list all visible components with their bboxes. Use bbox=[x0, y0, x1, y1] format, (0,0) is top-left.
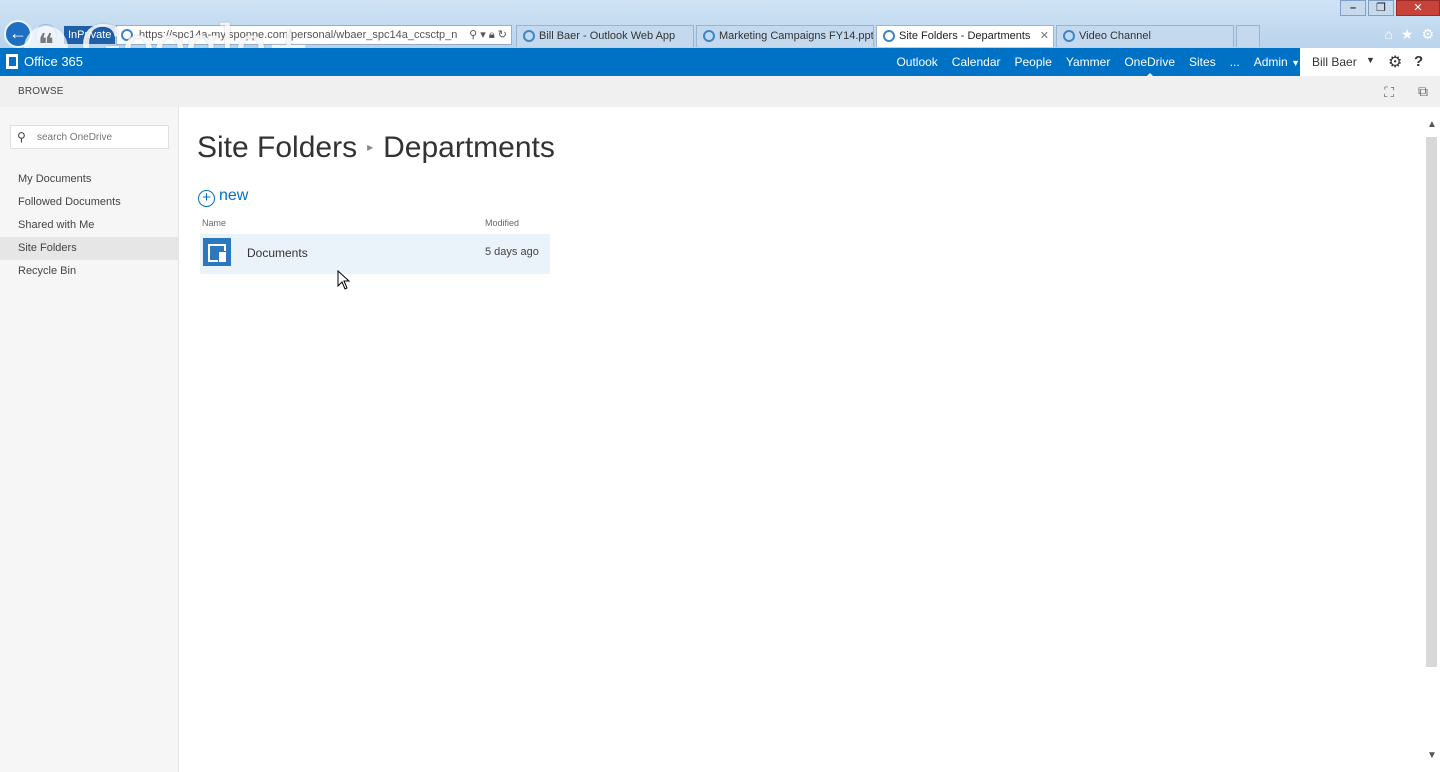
browser-chrome: ← InPrivate https://spc14a-my.spoppe.com… bbox=[0, 0, 1440, 77]
star-icon[interactable]: ★ bbox=[1401, 26, 1414, 43]
nav-onedrive[interactable]: OneDrive bbox=[1124, 55, 1175, 78]
left-navigation: ⚲ My Documents Followed Documents Shared… bbox=[0, 107, 179, 772]
new-tab-button[interactable] bbox=[1236, 25, 1260, 47]
nav-item-shared-with-me[interactable]: Shared with Me bbox=[0, 214, 179, 237]
vertical-scrollbar[interactable]: ▲ ▼ bbox=[1424, 117, 1440, 772]
search-icon[interactable]: ⚲ bbox=[17, 130, 26, 144]
inprivate-badge: InPrivate bbox=[64, 26, 116, 44]
row-name[interactable]: Documents bbox=[247, 246, 308, 260]
ie-icon bbox=[883, 30, 895, 42]
page-title: Site Folders ▸ Departments bbox=[197, 131, 555, 165]
nav-sites[interactable]: Sites bbox=[1189, 55, 1216, 69]
refresh-icon[interactable]: ↻ bbox=[498, 29, 507, 41]
nav-item-my-documents[interactable]: My Documents bbox=[0, 168, 179, 191]
suite-nav: Outlook Calendar People Yammer OneDrive … bbox=[882, 48, 1300, 78]
ribbon-strip: BROWSE ⛶ ⧉ bbox=[0, 76, 1440, 107]
breadcrumb-departments: Departments bbox=[383, 131, 555, 164]
ie-icon bbox=[523, 30, 535, 42]
office365-brand[interactable]: Office 365 bbox=[6, 53, 83, 71]
chevron-down-icon[interactable]: ▼ bbox=[1366, 55, 1375, 65]
nav-yammer[interactable]: Yammer bbox=[1066, 55, 1110, 69]
column-header-modified[interactable]: Modified bbox=[485, 218, 519, 228]
nav-item-site-folders[interactable]: Site Folders bbox=[0, 237, 179, 260]
search-box: ⚲ bbox=[10, 125, 169, 149]
column-header-name[interactable]: Name bbox=[202, 218, 226, 228]
address-tools: ⚲ ▾ 🔒︎ ↻ bbox=[465, 26, 507, 44]
folder-icon bbox=[203, 238, 231, 266]
close-icon[interactable]: ✕ bbox=[1040, 26, 1049, 47]
translate-icon[interactable]: ⧉ bbox=[1418, 83, 1428, 100]
settings-gear-icon[interactable]: ⚙ bbox=[1388, 52, 1402, 72]
table-row[interactable]: Documents 5 days ago bbox=[200, 234, 550, 274]
search-input[interactable] bbox=[37, 128, 165, 146]
new-button[interactable]: + new bbox=[198, 187, 248, 207]
nav-more[interactable]: ... bbox=[1230, 55, 1240, 69]
ie-icon bbox=[121, 29, 133, 44]
breadcrumb-site-folders[interactable]: Site Folders bbox=[197, 131, 357, 164]
window-controls: – ❐ ✕ bbox=[1338, 0, 1440, 16]
home-icon[interactable]: ⌂ bbox=[1384, 26, 1392, 43]
nav-admin[interactable]: Admin ▼ bbox=[1254, 55, 1300, 69]
scroll-down-icon[interactable]: ▼ bbox=[1424, 750, 1440, 764]
focus-icon[interactable]: ⛶ bbox=[1384, 84, 1394, 101]
nav-outlook[interactable]: Outlook bbox=[896, 55, 937, 69]
scroll-up-icon[interactable]: ▲ bbox=[1424, 119, 1440, 133]
browser-tab-active[interactable]: Site Folders - Departments ✕ bbox=[876, 25, 1054, 47]
address-text: https://spc14a-my.spoppe.com/personal/wb… bbox=[139, 29, 458, 41]
ie-icon bbox=[703, 30, 715, 42]
nav-people[interactable]: People bbox=[1015, 55, 1052, 69]
tab-title: Video Channel bbox=[1079, 30, 1151, 42]
suite-bar: Office 365 Outlook Calendar People Yamme… bbox=[0, 48, 1440, 78]
plus-circle-icon: + bbox=[198, 190, 215, 207]
tab-title: Site Folders - Departments bbox=[899, 30, 1031, 42]
minimize-button[interactable]: – bbox=[1340, 0, 1366, 16]
ribbon-tab-browse[interactable]: BROWSE bbox=[18, 86, 64, 97]
browser-tab[interactable]: Bill Baer - Outlook Web App bbox=[516, 25, 694, 47]
main-content: Site Folders ▸ Departments + new Name Modif… bbox=[180, 107, 1424, 772]
nav-item-recycle-bin[interactable]: Recycle Bin bbox=[0, 260, 179, 283]
user-name[interactable]: Bill Baer bbox=[1312, 55, 1357, 69]
breadcrumb-separator-icon: ▸ bbox=[367, 140, 374, 154]
window-close-button[interactable]: ✕ bbox=[1396, 0, 1440, 16]
row-modified: 5 days ago bbox=[485, 246, 539, 258]
office-logo-icon bbox=[6, 54, 18, 69]
tab-title: Bill Baer - Outlook Web App bbox=[539, 30, 676, 42]
scroll-thumb[interactable] bbox=[1426, 137, 1437, 667]
ie-icon bbox=[1063, 30, 1075, 42]
help-icon[interactable]: ? bbox=[1414, 53, 1423, 70]
chevron-down-icon: ▼ bbox=[1291, 58, 1300, 68]
gear-icon[interactable]: ⚙ bbox=[1421, 26, 1434, 43]
browser-toolbar: ⌂ ★ ⚙ bbox=[1384, 26, 1434, 43]
user-menu: Bill Baer ▼ ⚙ ? bbox=[1300, 48, 1440, 76]
search-icon[interactable]: ⚲ bbox=[469, 29, 477, 41]
mouse-cursor-icon bbox=[337, 270, 351, 290]
restore-button[interactable]: ❐ bbox=[1368, 0, 1394, 16]
browser-tab[interactable]: Marketing Campaigns FY14.pptx bbox=[696, 25, 874, 47]
nav-calendar[interactable]: Calendar bbox=[952, 55, 1001, 69]
browser-tab[interactable]: Video Channel bbox=[1056, 25, 1234, 47]
tab-title: Marketing Campaigns FY14.pptx bbox=[719, 30, 874, 42]
lock-icon[interactable]: 🔒︎ bbox=[489, 29, 495, 41]
nav-item-followed-documents[interactable]: Followed Documents bbox=[0, 191, 179, 214]
address-bar[interactable]: https://spc14a-my.spoppe.com/personal/wb… bbox=[116, 25, 512, 45]
